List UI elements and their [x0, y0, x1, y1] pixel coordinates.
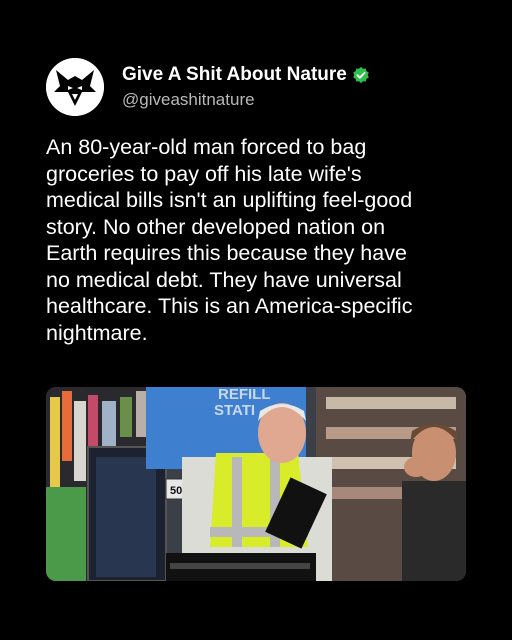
avatar[interactable]	[46, 58, 104, 116]
sign-text: REFILL	[218, 387, 271, 403]
post-header: Give A Shit About Nature @giveashitnatur…	[46, 58, 370, 116]
display-name[interactable]: Give A Shit About Nature	[122, 63, 347, 87]
verified-badge-icon	[353, 66, 369, 84]
svg-text:STATI: STATI	[214, 402, 255, 419]
handle[interactable]: @giveashitnature	[122, 89, 370, 111]
woman-body	[402, 481, 466, 581]
wolf-logo-icon	[46, 58, 104, 116]
post-text: An 80-year-old man forced to bag groceri…	[46, 135, 413, 345]
grocery-store-photo: REFILL STATI 50¢	[46, 387, 466, 581]
author-info: Give A Shit About Nature @giveashitnatur…	[122, 63, 370, 111]
display-name-row: Give A Shit About Nature	[122, 63, 370, 87]
post-photo[interactable]: REFILL STATI 50¢	[46, 387, 466, 581]
